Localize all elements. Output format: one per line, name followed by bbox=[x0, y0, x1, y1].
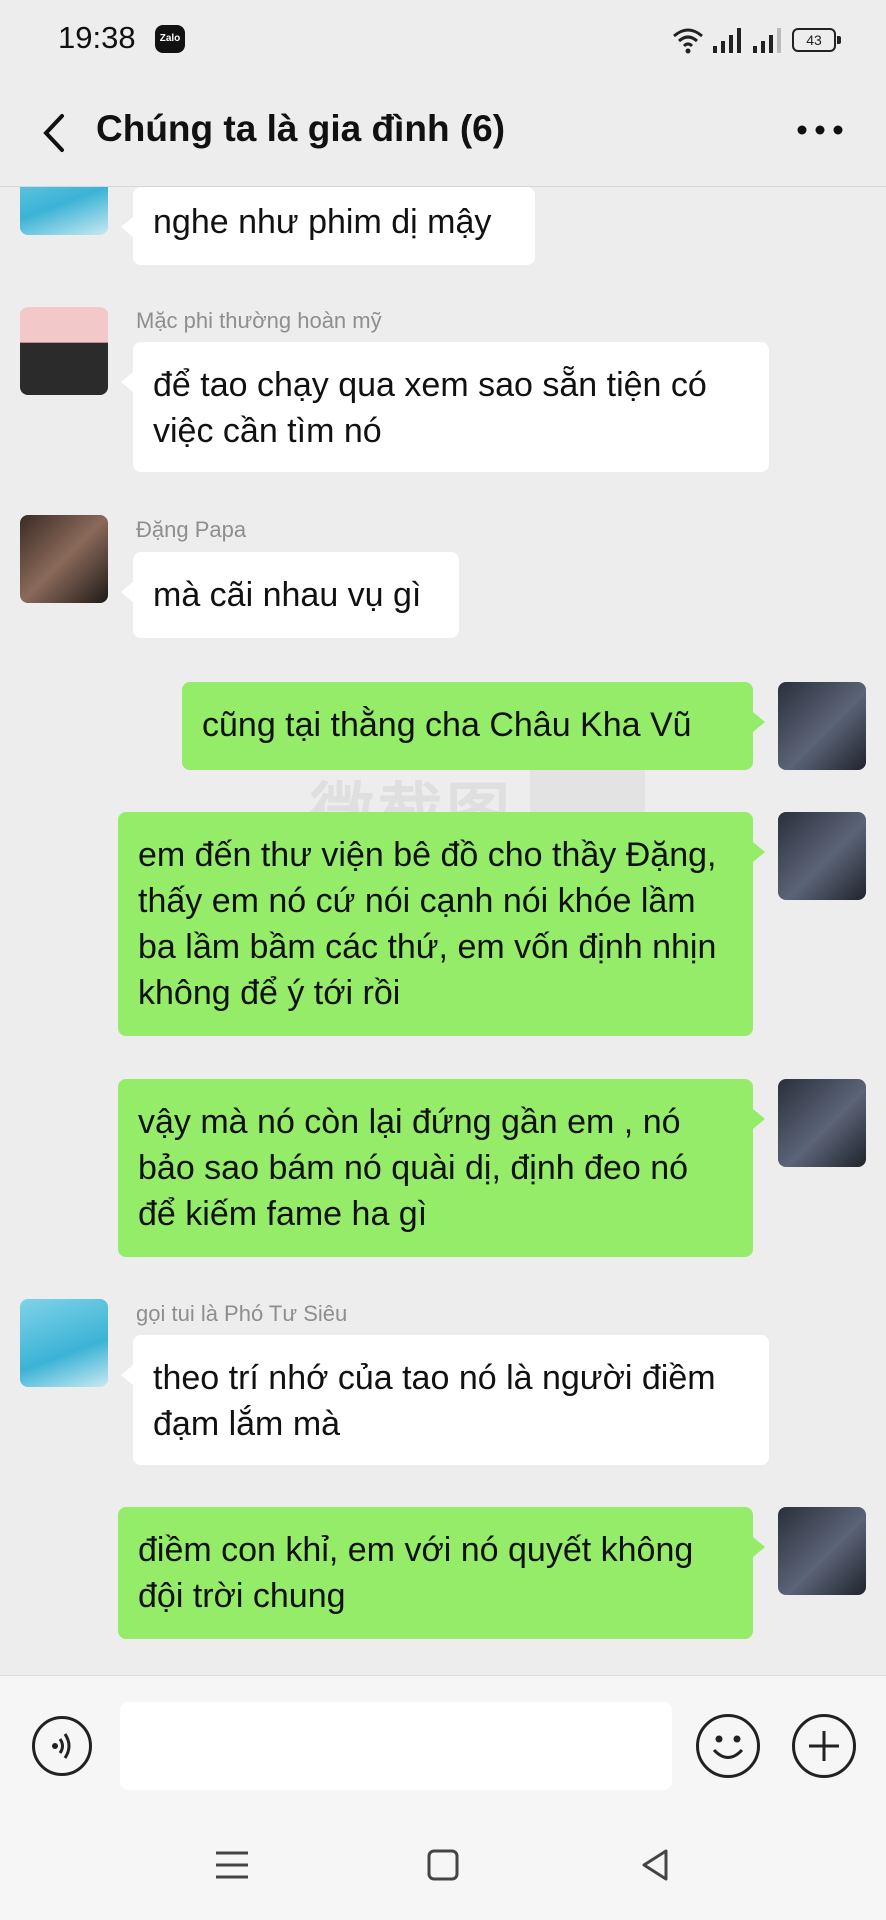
message-input[interactable] bbox=[120, 1702, 672, 1790]
message-bubble-outgoing[interactable]: điềm con khỉ, em với nó quyết không đội … bbox=[118, 1507, 765, 1639]
message-bubble-outgoing[interactable]: cũng tại thằng cha Châu Kha Vũ bbox=[182, 682, 765, 770]
status-icons: 43 bbox=[672, 20, 841, 60]
avatar[interactable] bbox=[20, 187, 108, 235]
back-arrow-icon[interactable] bbox=[36, 108, 76, 158]
my-avatar[interactable] bbox=[778, 1079, 866, 1167]
message-bubble-incoming[interactable]: theo trí nhớ của tao nó là người điềm đạ… bbox=[121, 1335, 769, 1465]
zalo-notification-icon: Zalo bbox=[155, 25, 185, 53]
message-list[interactable]: 微截图 nghe như phim dị mậy Mặc phi thường … bbox=[0, 187, 886, 1675]
message-bubble-incoming[interactable]: mà cãi nhau vụ gì bbox=[121, 552, 459, 638]
menu-icon[interactable] bbox=[212, 1845, 252, 1885]
back-icon[interactable] bbox=[636, 1845, 676, 1885]
message-bubble-outgoing[interactable]: vậy mà nó còn lại đứng gần em , nó bảo s… bbox=[118, 1079, 765, 1257]
my-avatar[interactable] bbox=[778, 682, 866, 770]
signal-icon-2 bbox=[753, 28, 781, 53]
input-bar bbox=[0, 1675, 886, 1816]
voice-input-icon[interactable] bbox=[32, 1716, 92, 1776]
battery-icon: 43 bbox=[792, 28, 841, 52]
sender-name: gọi tui là Phó Tư Siêu bbox=[136, 1301, 348, 1326]
status-time: 19:38 bbox=[58, 20, 136, 55]
more-options-icon[interactable] bbox=[790, 110, 850, 150]
home-icon[interactable] bbox=[423, 1845, 463, 1885]
wifi-icon bbox=[673, 28, 703, 54]
avatar[interactable] bbox=[20, 515, 108, 603]
add-attachment-icon[interactable] bbox=[792, 1714, 856, 1778]
status-bar: 19:38 Zalo 43 bbox=[0, 0, 886, 80]
avatar[interactable] bbox=[20, 307, 108, 395]
system-navigation-bar bbox=[0, 1815, 886, 1920]
signal-icon-1 bbox=[713, 28, 741, 53]
message-bubble-incoming[interactable]: để tao chạy qua xem sao sẵn tiện có việc… bbox=[121, 342, 769, 472]
emoji-icon[interactable] bbox=[696, 1714, 760, 1778]
sender-name: Mặc phi thường hoàn mỹ bbox=[136, 308, 382, 333]
chat-header: Chúng ta là gia đình (6) bbox=[0, 80, 886, 187]
sender-name: Đặng Papa bbox=[136, 517, 247, 542]
chat-title: Chúng ta là gia đình (6) bbox=[96, 108, 506, 149]
my-avatar[interactable] bbox=[778, 1507, 866, 1595]
message-bubble-outgoing[interactable]: em đến thư viện bê đồ cho thầy Đặng, thấ… bbox=[118, 812, 765, 1036]
avatar[interactable] bbox=[20, 1299, 108, 1387]
my-avatar[interactable] bbox=[778, 812, 866, 900]
message-bubble-incoming[interactable]: nghe như phim dị mậy bbox=[121, 187, 535, 265]
